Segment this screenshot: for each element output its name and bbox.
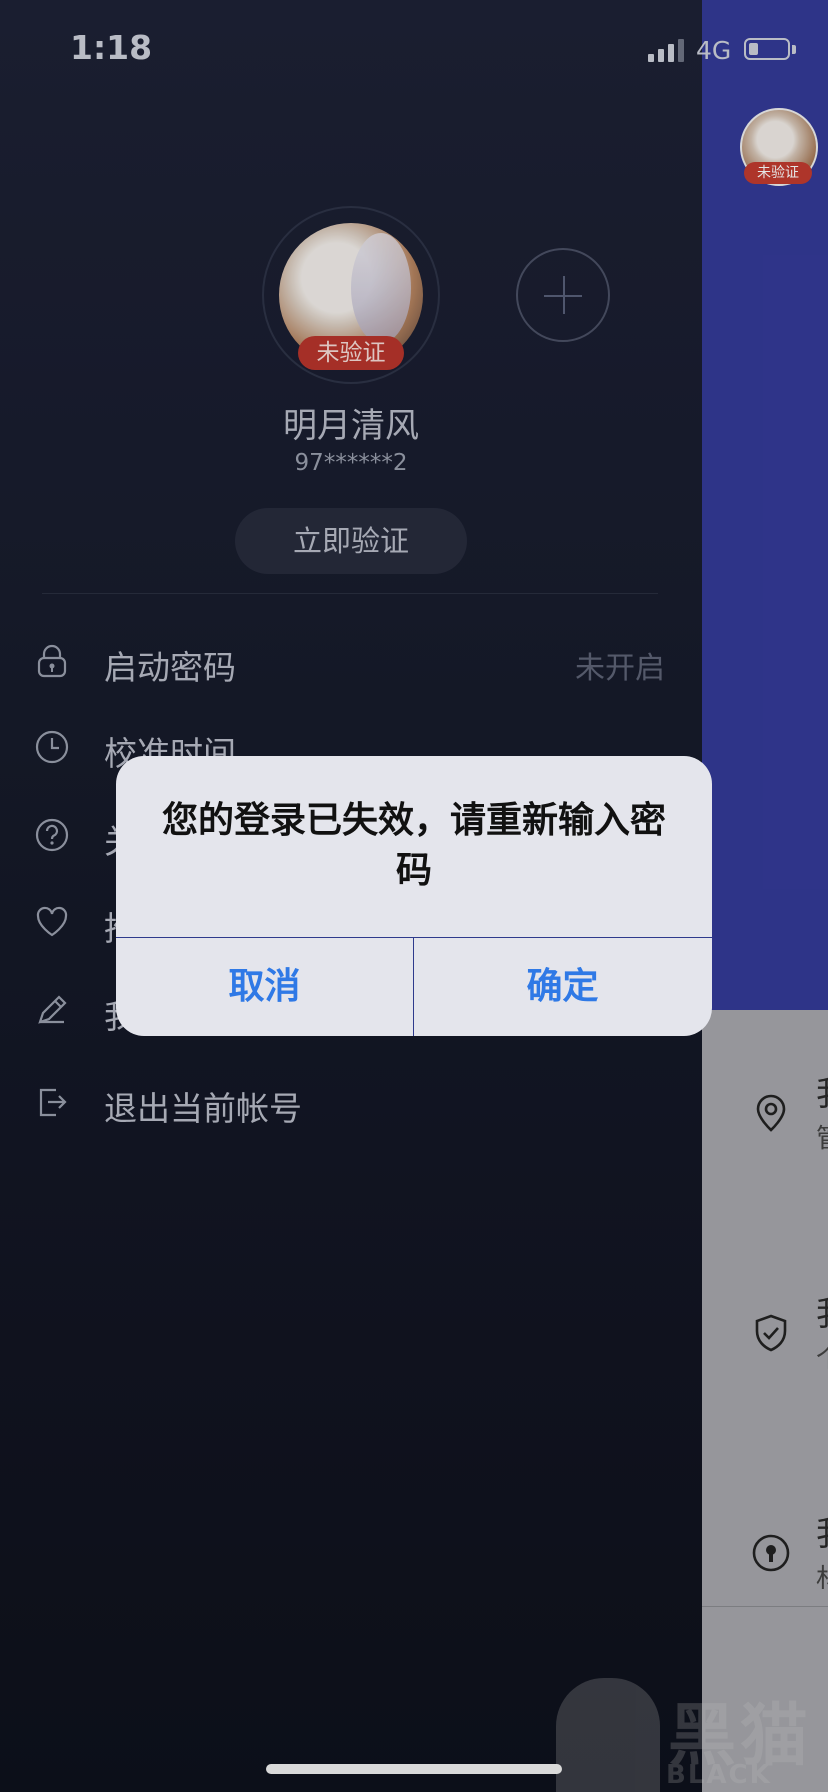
cancel-button[interactable]: 取消: [116, 938, 413, 1036]
alert-message: 您的登录已失效，请重新输入密码: [161, 800, 666, 891]
screen: 未验证 我 管 我 个 我 材 1:18 未验证 明月清风 97******2 …: [0, 0, 828, 1792]
alert-dialog: 您的登录已失效，请重新输入密码 取消 确定: [116, 756, 712, 1036]
confirm-button[interactable]: 确定: [414, 938, 711, 1036]
